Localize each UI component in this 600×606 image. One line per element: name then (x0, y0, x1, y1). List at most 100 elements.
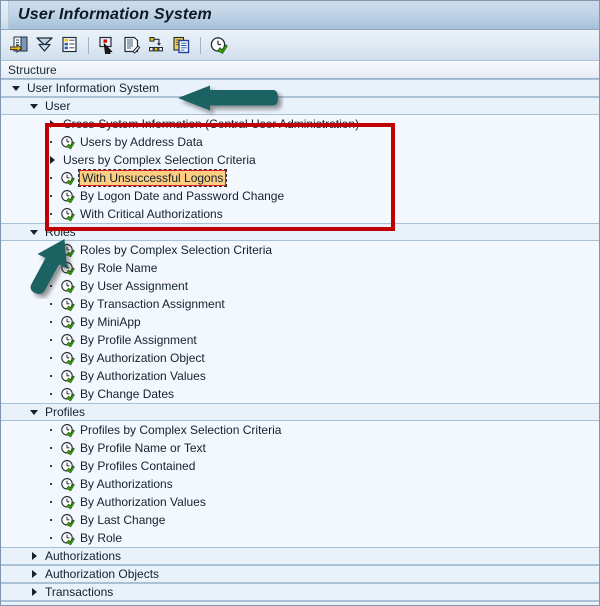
tree-item-r5[interactable]: By MiniApp (1, 313, 599, 331)
bullet-icon (45, 351, 59, 365)
list-details-icon[interactable] (58, 34, 80, 56)
chevron-right-icon[interactable] (27, 567, 41, 581)
clock-check-icon (59, 243, 76, 258)
tree-item-p1[interactable]: Profiles by Complex Selection Criteria (1, 421, 599, 439)
tree-item-uis[interactable]: User Information System (1, 79, 599, 97)
tree-item-p4[interactable]: By Authorizations (1, 475, 599, 493)
tree-item-r3[interactable]: By User Assignment (1, 277, 599, 295)
tree-item-label[interactable]: With Unsuccessful Logons (79, 170, 226, 186)
bullet-icon (45, 531, 59, 545)
clock-check-icon (59, 279, 76, 294)
tree-item-label[interactable]: By User Assignment (79, 279, 188, 293)
tree-item-label[interactable]: Roles (44, 225, 76, 239)
bullet-icon (45, 279, 59, 293)
tree-item-label[interactable]: Users by Address Data (79, 135, 203, 149)
tree-item-r4[interactable]: By Transaction Assignment (1, 295, 599, 313)
hierarchy-node-icon[interactable] (145, 34, 167, 56)
bullet-icon (45, 135, 59, 149)
tree-item-roles[interactable]: Roles (1, 223, 599, 241)
tree-item-label[interactable]: Cross-System Information (Central User A… (62, 117, 359, 131)
bullet-icon (45, 207, 59, 221)
tree-item-authob[interactable]: Authorization Objects (1, 565, 599, 583)
document-edit-icon[interactable] (120, 34, 142, 56)
bullet-icon (45, 477, 59, 491)
tree-item-prof[interactable]: Profiles (1, 403, 599, 421)
tree-item-label[interactable]: Profiles by Complex Selection Criteria (79, 423, 281, 437)
copy-document-icon[interactable] (170, 34, 192, 56)
tree-item-r8[interactable]: By Authorization Values (1, 367, 599, 385)
tree-item-p7[interactable]: By Role (1, 529, 599, 547)
clock-check-icon (59, 171, 76, 186)
chevron-right-icon[interactable] (45, 117, 59, 131)
tree-item-u4[interactable]: With Unsuccessful Logons (1, 169, 599, 187)
bullet-icon (45, 315, 59, 329)
tree-item-label[interactable]: Transactions (44, 585, 113, 599)
tree-item-label[interactable]: By Role (79, 531, 122, 545)
tree-item-u6[interactable]: With Critical Authorizations (1, 205, 599, 223)
chevron-right-icon[interactable] (45, 153, 59, 167)
tree-item-label[interactable]: With Critical Authorizations (79, 207, 223, 221)
tree-item-u1[interactable]: Cross-System Information (Central User A… (1, 115, 599, 133)
chevron-right-icon[interactable] (27, 585, 41, 599)
tree-item-label[interactable]: Authorizations (44, 549, 121, 563)
tree-item-r6[interactable]: By Profile Assignment (1, 331, 599, 349)
bullet-icon (45, 171, 59, 185)
chevron-down-icon[interactable] (27, 225, 41, 239)
tree-item-r2[interactable]: By Role Name (1, 259, 599, 277)
application-toolbar[interactable] (1, 30, 599, 61)
chevron-down-icon[interactable] (9, 81, 23, 95)
tree-item-p6[interactable]: By Last Change (1, 511, 599, 529)
tree-item-comp[interactable]: Comparisons (1, 601, 599, 606)
bullet-icon (45, 261, 59, 275)
bullet-icon (45, 423, 59, 437)
clock-check-icon[interactable] (207, 34, 229, 56)
tree-item-label[interactable]: By Authorization Values (79, 369, 206, 383)
clock-check-icon (59, 207, 76, 222)
toolbar-separator (88, 37, 89, 54)
clock-check-icon (59, 369, 76, 384)
tree-item-label[interactable]: User (44, 99, 70, 113)
tree-item-p5[interactable]: By Authorization Values (1, 493, 599, 511)
clock-check-icon (59, 189, 76, 204)
tree-item-r9[interactable]: By Change Dates (1, 385, 599, 403)
bullet-icon (45, 243, 59, 257)
tree-item-p2[interactable]: By Profile Name or Text (1, 439, 599, 457)
select-pointer-icon[interactable] (95, 34, 117, 56)
tree-item-u5[interactable]: By Logon Date and Password Change (1, 187, 599, 205)
tree-item-label[interactable]: Users by Complex Selection Criteria (62, 153, 256, 167)
structure-tree[interactable]: User Information System User Cross-System … (1, 79, 599, 606)
tree-item-label[interactable]: By Authorization Values (79, 495, 206, 509)
clock-check-icon (59, 333, 76, 348)
tree-item-label[interactable]: By MiniApp (79, 315, 141, 329)
tree-item-label[interactable]: By Profile Name or Text (79, 441, 206, 455)
tree-item-label[interactable]: By Logon Date and Password Change (79, 189, 284, 203)
tree-item-label[interactable]: By Authorization Object (79, 351, 205, 365)
tree-item-user[interactable]: User (1, 97, 599, 115)
chevron-down-icon[interactable] (27, 99, 41, 113)
page-title: User Information System (9, 6, 212, 24)
tree-item-label[interactable]: By Change Dates (79, 387, 174, 401)
tree-item-label[interactable]: Roles by Complex Selection Criteria (79, 243, 272, 257)
tree-item-label[interactable]: By Role Name (79, 261, 157, 275)
tree-item-u2[interactable]: Users by Address Data (1, 133, 599, 151)
tree-item-label[interactable]: Profiles (44, 405, 85, 419)
chevron-down-icon[interactable] (27, 405, 41, 419)
tree-item-auth[interactable]: Authorizations (1, 547, 599, 565)
tree-item-label[interactable]: By Profiles Contained (79, 459, 195, 473)
filter-funnel-icon[interactable] (33, 34, 55, 56)
tree-item-label[interactable]: Authorization Objects (44, 567, 159, 581)
clock-check-icon (59, 135, 76, 150)
tree-item-label[interactable]: By Authorizations (79, 477, 173, 491)
tree-item-u3[interactable]: Users by Complex Selection Criteria (1, 151, 599, 169)
tree-item-label[interactable]: By Profile Assignment (79, 333, 197, 347)
tree-item-r1[interactable]: Roles by Complex Selection Criteria (1, 241, 599, 259)
tree-item-label[interactable]: User Information System (26, 81, 159, 95)
tree-item-p3[interactable]: By Profiles Contained (1, 457, 599, 475)
tree-item-trans[interactable]: Transactions (1, 583, 599, 601)
execute-icon[interactable] (8, 34, 30, 56)
chevron-right-icon[interactable] (27, 549, 41, 563)
bullet-icon (45, 333, 59, 347)
tree-item-label[interactable]: By Last Change (79, 513, 165, 527)
tree-item-r7[interactable]: By Authorization Object (1, 349, 599, 367)
tree-item-label[interactable]: By Transaction Assignment (79, 297, 225, 311)
